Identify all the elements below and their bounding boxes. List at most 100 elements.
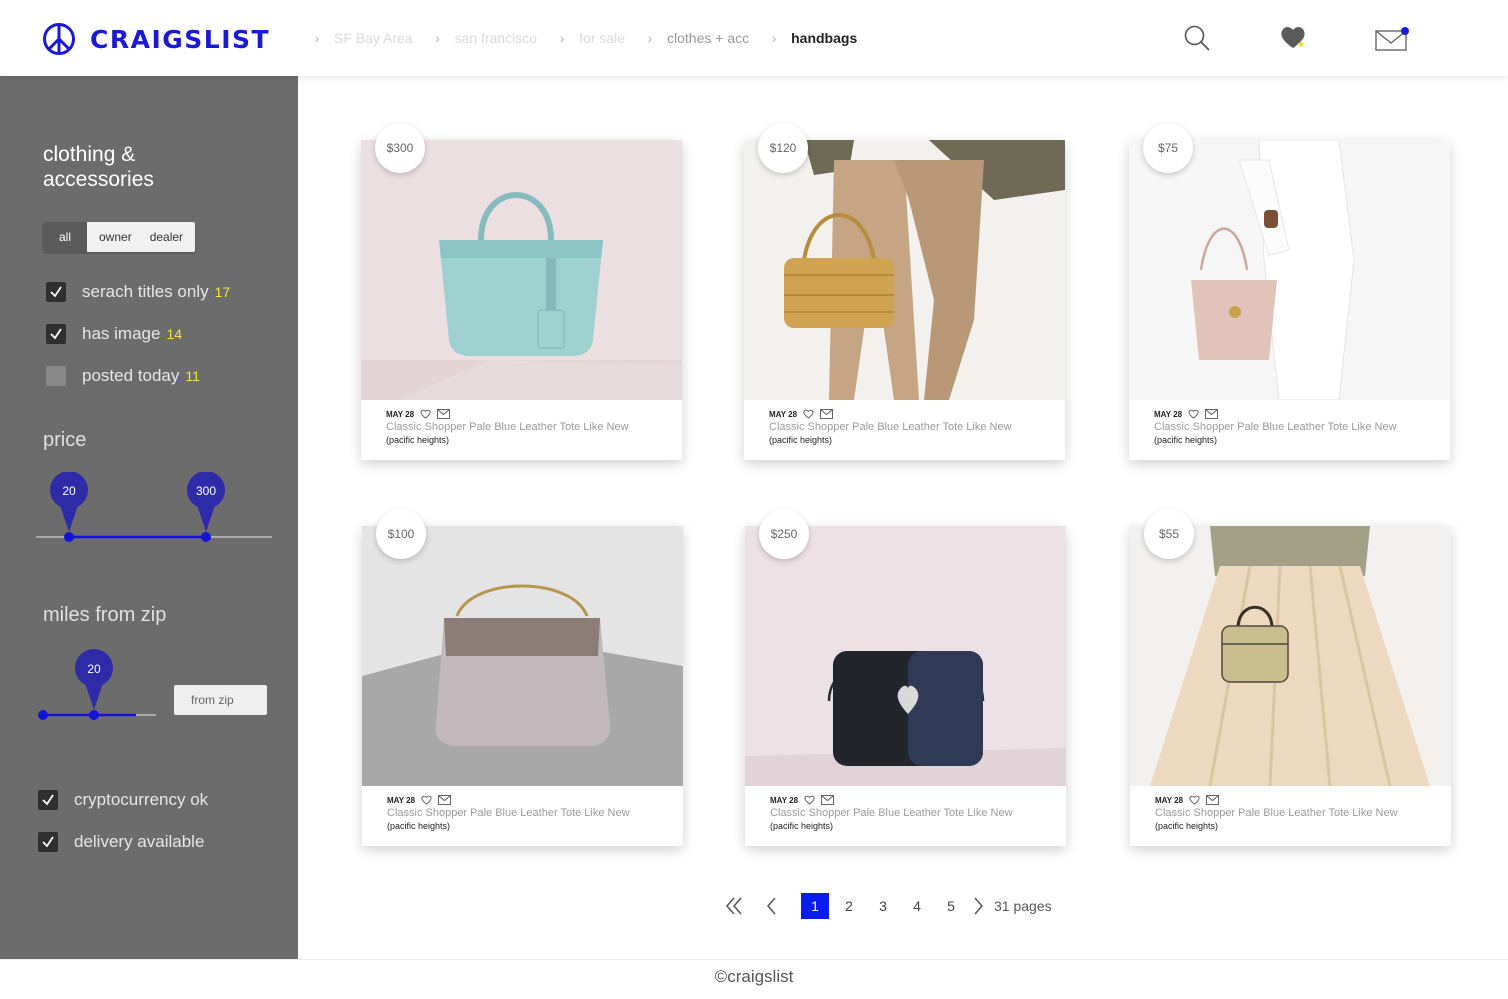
checkbox-checked[interactable]: [38, 790, 58, 810]
envelope-icon[interactable]: [1374, 26, 1412, 52]
filter-label: delivery available: [74, 832, 205, 851]
price-badge: $55: [1144, 509, 1194, 559]
listing-title[interactable]: Classic Shopper Pale Blue Leather Tote L…: [769, 421, 1065, 433]
filter-count: 17: [214, 284, 231, 300]
seller-owner-button[interactable]: owner: [87, 222, 141, 252]
checkbox-checked[interactable]: [38, 832, 58, 852]
listing-image[interactable]: [1129, 140, 1450, 400]
filter-cryptocurrency[interactable]: cryptocurrency ok: [38, 790, 208, 810]
checkbox-unchecked[interactable]: [46, 366, 66, 386]
logo-text: CRAIGSLIST: [90, 24, 271, 54]
miles-slider[interactable]: [36, 648, 158, 722]
mail-icon[interactable]: [821, 795, 834, 805]
price-badge: $100: [376, 509, 426, 559]
listing-location: (pacific heights): [386, 435, 450, 445]
breadcrumb-handbags: handbags: [791, 30, 858, 46]
listing-date: MAY 28: [769, 409, 798, 419]
mail-icon[interactable]: [438, 795, 451, 805]
listing-card[interactable]: MAY 28 Classic Shopper Pale Blue Leather…: [1129, 140, 1450, 460]
listing-image[interactable]: [361, 140, 682, 400]
chevron-right-icon: ›: [771, 30, 777, 46]
listing-meta: MAY 28 Classic Shopper Pale Blue Leather…: [745, 786, 1066, 846]
listing-location: (pacific heights): [1154, 435, 1218, 445]
mail-icon[interactable]: [1206, 795, 1219, 805]
first-page-icon[interactable]: [722, 893, 748, 919]
listing-title[interactable]: Classic Shopper Pale Blue Leather Tote L…: [386, 421, 682, 433]
next-page-icon[interactable]: [968, 893, 988, 919]
listing-card[interactable]: MAY 28 Classic Shopper Pale Blue Leather…: [1130, 526, 1451, 846]
filter-search-titles[interactable]: serach titles only 17: [46, 282, 230, 302]
filter-sidebar: clothing & accessories all owner dealer …: [0, 76, 298, 959]
listing-date: MAY 28: [770, 795, 799, 805]
from-zip-input[interactable]: from zip: [174, 685, 267, 715]
heart-icon[interactable]: [804, 795, 815, 805]
listing-date: MAY 28: [387, 795, 416, 805]
footer: ©craigslist: [0, 959, 1508, 999]
filter-delivery[interactable]: delivery available: [38, 832, 204, 852]
breadcrumb-san-francisco[interactable]: san francisco: [455, 30, 537, 46]
heart-icon[interactable]: [420, 409, 431, 419]
price-heading: price: [43, 429, 87, 451]
checkbox-checked[interactable]: [46, 324, 66, 344]
miles-from-zip-heading: miles from zip: [43, 604, 167, 626]
seller-dealer-button[interactable]: dealer: [141, 222, 195, 252]
listing-card[interactable]: MAY 28 Classic Shopper Pale Blue Leather…: [362, 526, 683, 846]
price-badge: $75: [1143, 123, 1193, 173]
listing-card[interactable]: MAY 28 Classic Shopper Pale Blue Leather…: [361, 140, 682, 460]
price-badge: $250: [759, 509, 809, 559]
mail-icon[interactable]: [437, 409, 450, 419]
listing-image[interactable]: [1130, 526, 1451, 786]
listing-card[interactable]: MAY 28 Classic Shopper Pale Blue Leather…: [745, 526, 1066, 846]
category-title: clothing & accessories: [43, 143, 154, 191]
price-badge: $120: [758, 123, 808, 173]
mail-icon[interactable]: [820, 409, 833, 419]
chevron-right-icon: ›: [435, 30, 440, 46]
filter-count: 11: [185, 368, 200, 384]
filter-label: serach titles only: [82, 282, 209, 301]
page-1-button[interactable]: 1: [801, 893, 829, 919]
price-min-handle[interactable]: 20: [53, 484, 85, 498]
seller-all-button[interactable]: all: [43, 222, 87, 252]
listing-title[interactable]: Classic Shopper Pale Blue Leather Tote L…: [770, 807, 1066, 819]
checkbox-checked[interactable]: [46, 282, 66, 302]
page-3-button[interactable]: 3: [866, 898, 900, 914]
miles-handle[interactable]: 20: [78, 662, 110, 676]
breadcrumb-sf-bay-area[interactable]: SF Bay Area: [334, 30, 413, 46]
filter-posted-today[interactable]: posted today 11: [46, 366, 200, 386]
heart-icon[interactable]: [803, 409, 814, 419]
total-pages-label: 31 pages: [994, 898, 1052, 914]
search-icon[interactable]: [1183, 24, 1211, 52]
listing-card[interactable]: MAY 28 Classic Shopper Pale Blue Leather…: [744, 140, 1065, 460]
heart-icon[interactable]: [421, 795, 432, 805]
listing-meta: MAY 28 Classic Shopper Pale Blue Leather…: [362, 786, 683, 846]
pagination: 1 2 3 4 5 31 pages: [722, 893, 1052, 919]
filter-count: 14: [166, 326, 183, 342]
listing-date: MAY 28: [386, 409, 415, 419]
craigslist-logo[interactable]: CRAIGSLIST: [42, 22, 270, 56]
filter-has-image[interactable]: has image 14: [46, 324, 182, 344]
page-2-button[interactable]: 2: [832, 898, 866, 914]
listing-location: (pacific heights): [770, 821, 834, 831]
favorites-heart-icon[interactable]: [1279, 24, 1309, 52]
mail-icon[interactable]: [1205, 409, 1218, 419]
price-badge: $300: [375, 123, 425, 173]
peace-sign-icon: [43, 23, 75, 55]
previous-page-icon[interactable]: [762, 893, 782, 919]
listing-location: (pacific heights): [769, 435, 833, 445]
filter-label: cryptocurrency ok: [74, 790, 209, 809]
listing-title[interactable]: Classic Shopper Pale Blue Leather Tote L…: [387, 807, 683, 819]
top-header: CRAIGSLIST › SF Bay Area › san francisco…: [0, 0, 1508, 76]
page-5-button[interactable]: 5: [934, 898, 968, 914]
heart-icon[interactable]: [1189, 795, 1200, 805]
page-4-button[interactable]: 4: [900, 898, 934, 914]
heart-icon[interactable]: [1188, 409, 1199, 419]
chevron-right-icon: ›: [647, 30, 653, 46]
price-max-handle[interactable]: 300: [190, 484, 222, 498]
listing-title[interactable]: Classic Shopper Pale Blue Leather Tote L…: [1154, 421, 1450, 433]
listing-image[interactable]: [745, 526, 1066, 786]
breadcrumb-clothes-acc[interactable]: clothes + acc: [667, 30, 749, 46]
listing-image[interactable]: [362, 526, 683, 786]
listing-image[interactable]: [744, 140, 1065, 400]
listing-title[interactable]: Classic Shopper Pale Blue Leather Tote L…: [1155, 807, 1451, 819]
breadcrumb-for-sale[interactable]: for sale: [579, 30, 625, 46]
